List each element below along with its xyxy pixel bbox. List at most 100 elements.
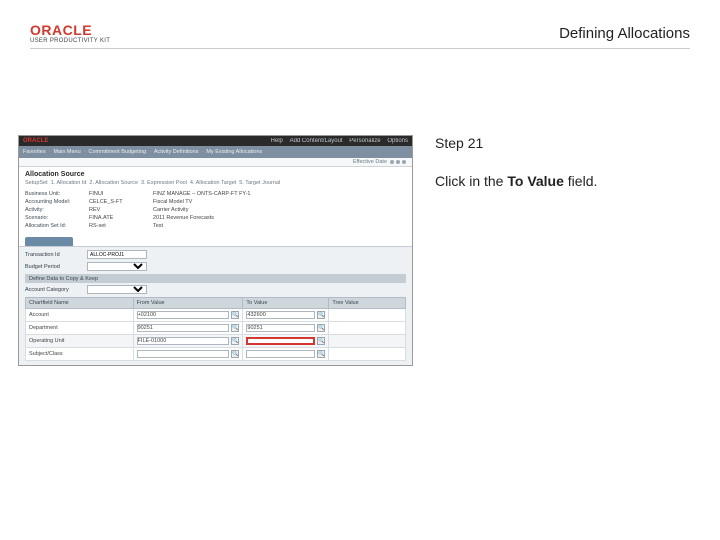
app-brand: ORACLE	[23, 138, 48, 144]
top-link[interactable]: Help	[271, 138, 283, 144]
wizard-step[interactable]: 2. Allocation Source	[89, 180, 138, 186]
lookup-icon[interactable]: 🔍	[231, 311, 239, 319]
from-value-input[interactable]: 90251	[137, 324, 230, 332]
status-dots	[390, 160, 406, 164]
logo-brand: ORACLE	[30, 23, 110, 37]
wizard-step: SetupSet	[25, 180, 48, 186]
lookup-icon[interactable]: 🔍	[231, 350, 239, 358]
kv-label: Business Unit:	[25, 191, 85, 197]
table-row: Subject/Class 🔍 🔍	[26, 348, 406, 361]
to-value-input[interactable]: 432600	[246, 311, 315, 319]
content-area: ORACLE Help Add Content/Layout Personali…	[18, 135, 690, 366]
header-divider	[30, 48, 690, 49]
lookup-icon[interactable]: 🔍	[317, 337, 325, 345]
lookup-icon[interactable]: 🔍	[231, 324, 239, 332]
breadcrumb[interactable]: Main Menu	[53, 149, 80, 155]
to-value-input-highlighted[interactable]	[246, 337, 315, 345]
breadcrumb[interactable]: My Existing Allocations	[206, 149, 262, 155]
from-value-input[interactable]: FILE-01000	[137, 337, 230, 345]
instruction-column: Step 21 Click in the To Value field.	[435, 135, 690, 366]
logo-subtitle: USER PRODUCTIVITY KIT	[30, 38, 110, 44]
lookup-icon[interactable]: 🔍	[317, 311, 325, 319]
budget-period-select[interactable]	[87, 262, 147, 271]
lookup-icon[interactable]: 🔍	[317, 324, 325, 332]
table-header: Chartfield Name	[26, 298, 134, 309]
panel: Transaction Id Budget Period Define Data…	[19, 246, 412, 365]
kv-value: CELCE_S-FT	[89, 199, 149, 205]
wizard-step[interactable]: 3. Expression Pool	[141, 180, 187, 186]
details-block: Business Unit: FINUI FINZ MANAGE – ONTS-CA…	[19, 189, 412, 235]
cf-name: Operating Unit	[26, 335, 134, 348]
page-header: ORACLE USER PRODUCTIVITY KIT Defining Al…	[30, 18, 690, 48]
breadcrumb[interactable]: Activity Definitions	[154, 149, 199, 155]
kv-value: Fiscal Model TV	[153, 199, 406, 205]
table-row: Account +02100🔍 432600🔍	[26, 309, 406, 322]
field-label: Transaction Id	[25, 252, 83, 258]
tree-value-cell	[329, 335, 406, 348]
table-row: Department 90251🔍 90251🔍	[26, 322, 406, 335]
field-label: Account Category	[25, 287, 83, 293]
kv-label: Allocation Set Id:	[25, 223, 85, 229]
kv-label: Scenario:	[25, 215, 85, 221]
from-value-input[interactable]: +02100	[137, 311, 230, 319]
lookup-icon[interactable]: 🔍	[231, 337, 239, 345]
tree-value-cell	[329, 309, 406, 322]
kv-label: Accounting Model:	[25, 199, 85, 205]
app-window: ORACLE Help Add Content/Layout Personali…	[18, 135, 413, 366]
app-navbar: Favorites· Main Menu· Commitment Budgeti…	[19, 146, 412, 158]
status-label: Effective Date	[353, 159, 387, 165]
to-value-input[interactable]	[246, 350, 315, 358]
top-link[interactable]: Add Content/Layout	[290, 138, 343, 144]
table-header: From Value	[133, 298, 243, 309]
breadcrumb[interactable]: Commitment Budgeting	[89, 149, 146, 155]
panel-strip: Define Data to Copy & Keep	[25, 274, 406, 283]
from-value-input[interactable]	[137, 350, 230, 358]
table-header: To Value	[243, 298, 329, 309]
table-header: Tree Value	[329, 298, 406, 309]
wizard-step[interactable]: 4. Allocation Target	[190, 180, 236, 186]
table-row: Operating Unit FILE-01000🔍 🔍	[26, 335, 406, 348]
tree-value-cell	[329, 348, 406, 361]
app-topbar: ORACLE Help Add Content/Layout Personali…	[19, 136, 412, 146]
account-category-select[interactable]	[87, 285, 147, 294]
kv-value: Carrier Activity	[153, 207, 406, 213]
wizard-steps: SetupSet 1. Allocation Id 2. Allocation …	[19, 180, 412, 189]
transaction-id-input[interactable]	[87, 250, 147, 259]
breadcrumb[interactable]: Favorites	[23, 149, 46, 155]
to-value-input[interactable]: 90251	[246, 324, 315, 332]
lookup-icon[interactable]: 🔍	[317, 350, 325, 358]
instruction-text-before: Click in the	[435, 173, 507, 189]
section-title: Allocation Source	[19, 167, 412, 180]
instruction-text: Click in the To Value field.	[435, 173, 690, 189]
wizard-step[interactable]: 1. Allocation Id	[51, 180, 87, 186]
cf-name: Department	[26, 322, 134, 335]
panel-strip-label: Define Data to Copy & Keep	[29, 276, 98, 282]
dot-icon	[390, 160, 394, 164]
app-top-links: Help Add Content/Layout Personalize Opti…	[266, 138, 408, 144]
top-link[interactable]: Options	[387, 138, 408, 144]
kv-value: FINUI	[89, 191, 149, 197]
kv-value: RS-set	[89, 223, 149, 229]
cf-name: Account	[26, 309, 134, 322]
logo: ORACLE USER PRODUCTIVITY KIT	[30, 23, 110, 44]
dot-icon	[402, 160, 406, 164]
kv-value: FINZ MANAGE – ONTS-CARP-FT FY-1	[153, 191, 406, 197]
kv-value: Test	[153, 223, 406, 229]
wizard-step[interactable]: 5. Target Journal	[239, 180, 280, 186]
chartfield-table: Chartfield Name From Value To Value Tree…	[25, 297, 406, 361]
step-number: Step 21	[435, 135, 690, 151]
kv-label: Activity:	[25, 207, 85, 213]
kv-value: FINA.ATE	[89, 215, 149, 221]
embedded-screenshot: ORACLE Help Add Content/Layout Personali…	[18, 135, 413, 366]
kv-value: 2011 Revenue Forecasts	[153, 215, 406, 221]
instruction-text-bold: To Value	[507, 173, 564, 189]
page-title: Defining Allocations	[559, 25, 690, 42]
app-statusrow: Effective Date	[19, 158, 412, 167]
kv-value: REV	[89, 207, 149, 213]
field-label: Budget Period	[25, 264, 83, 270]
cf-name: Subject/Class	[26, 348, 134, 361]
instruction-text-after: field.	[564, 173, 597, 189]
top-link[interactable]: Personalize	[349, 138, 380, 144]
panel-tab[interactable]	[25, 237, 73, 246]
tree-value-cell	[329, 322, 406, 335]
